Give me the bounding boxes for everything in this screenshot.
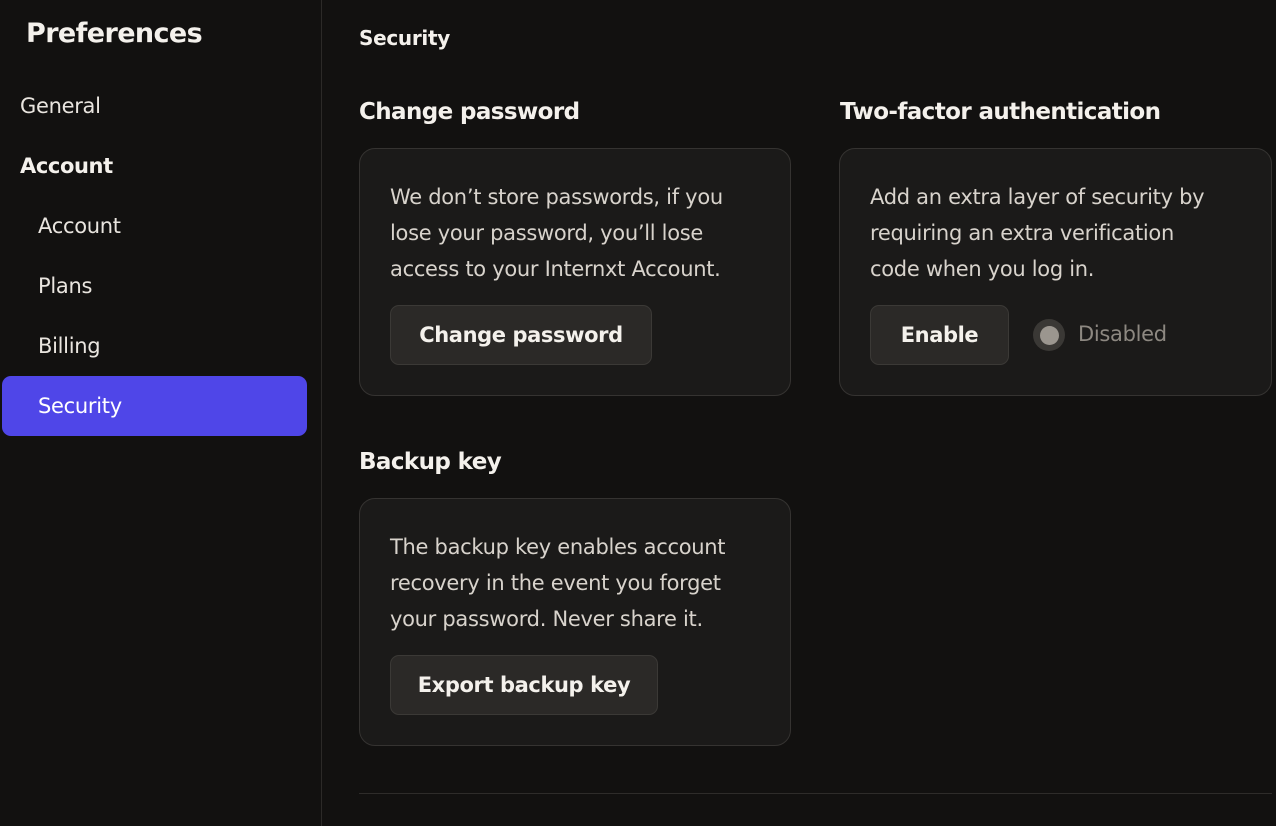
description-line: your password. Never share it. <box>390 607 703 631</box>
section-divider <box>359 793 1272 794</box>
description-line: requiring an extra verification <box>870 221 1174 245</box>
main-content: Security Change password We don’t store … <box>323 0 1276 826</box>
description-line: We don’t store passwords, if you <box>390 185 723 209</box>
sidebar: Preferences General Account Account Plan… <box>0 0 322 826</box>
description-line: recovery in the event you forget <box>390 571 721 595</box>
description-line: access to your Internxt Account. <box>390 257 721 281</box>
description-line: Add an extra layer of security by <box>870 185 1205 209</box>
sidebar-item-plans[interactable]: Plans <box>2 256 307 316</box>
sidebar-item-account[interactable]: Account <box>2 196 307 256</box>
page-title: Security <box>359 26 450 50</box>
description-line: lose your password, you’ll lose <box>390 221 704 245</box>
sidebar-group-account: Account <box>20 154 113 178</box>
two-factor-toggle[interactable] <box>1033 319 1065 351</box>
export-backup-key-button[interactable]: Export backup key <box>390 655 658 715</box>
change-password-card: We don’t store passwords, if you lose yo… <box>359 148 791 396</box>
two-factor-card: Add an extra layer of security by requir… <box>839 148 1272 396</box>
preferences-window: Preferences General Account Account Plan… <box>0 0 1276 826</box>
two-factor-description: Add an extra layer of security by requir… <box>870 179 1205 287</box>
sidebar-item-general[interactable]: General <box>20 76 101 136</box>
change-password-description: We don’t store passwords, if you lose yo… <box>390 179 723 287</box>
backup-key-card: The backup key enables account recovery … <box>359 498 791 746</box>
backup-key-description: The backup key enables account recovery … <box>390 529 726 637</box>
sidebar-item-security[interactable]: Security <box>2 376 307 436</box>
sidebar-item-billing[interactable]: Billing <box>2 316 307 376</box>
two-factor-title: Two-factor authentication <box>840 99 1161 125</box>
two-factor-status: Disabled <box>1078 322 1167 346</box>
description-line: code when you log in. <box>870 257 1095 281</box>
description-line: The backup key enables account <box>390 535 726 559</box>
toggle-knob <box>1039 325 1059 345</box>
change-password-button[interactable]: Change password <box>390 305 652 365</box>
enable-2fa-button[interactable]: Enable <box>870 305 1009 365</box>
change-password-title: Change password <box>359 99 580 125</box>
sidebar-title: Preferences <box>26 18 203 49</box>
backup-key-title: Backup key <box>359 449 502 475</box>
